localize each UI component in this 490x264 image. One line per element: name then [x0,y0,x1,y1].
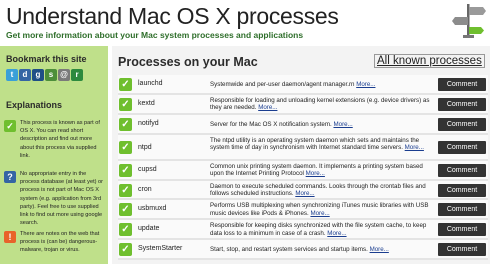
more-link[interactable]: More... [333,121,352,128]
more-link[interactable]: More... [295,190,314,197]
process-row-kextd: ✓ kextd Responsible for loading and unload… [118,94,488,115]
explanation-dangerous-text: There are notes on the web that process … [20,231,100,254]
green-check-icon: ✓ [119,78,132,91]
explanation-known: ✓ This process is known as part of OS X.… [4,119,104,160]
green-check-icon: ✓ [119,117,132,131]
process-description-text: The ntpd utility is an operating system … [210,136,420,152]
blue-question-icon: ? [4,171,16,183]
delicious-icon[interactable]: d [19,69,31,81]
process-name: update [138,225,160,233]
comment-button[interactable]: Comment [438,117,486,131]
process-description: Common unix printing system daemon. It i… [210,163,432,178]
technorati-icon[interactable]: t [6,69,18,81]
more-link[interactable]: More... [310,210,329,217]
process-description: Start, stop, and restart system services… [210,246,432,254]
green-check-icon: ✓ [119,140,132,154]
email-icon[interactable]: @ [58,69,70,81]
more-link[interactable]: More... [356,81,375,88]
process-name: SystemStarter [138,245,183,253]
process-description-text: Responsible for loading and unloading ke… [210,96,430,112]
more-link[interactable]: More... [327,230,346,237]
process-row-update: ✓ update Responsible for keeping disks syn… [118,220,488,241]
process-row-cupsd: ✓ cupsd Common unix printing system daemon… [118,160,488,181]
comment-button[interactable]: Comment [438,183,486,197]
site-header: Understand Mac OS X processes Get more i… [0,0,490,44]
comment-button[interactable]: Comment [438,223,486,237]
comment-button[interactable]: Comment [438,78,486,91]
explanation-unknown-text: No appropriate entry in the process data… [20,171,104,227]
process-name: cupsd [138,165,157,173]
process-name: usbmuxd [138,205,167,213]
more-link[interactable]: More... [370,246,389,253]
digg-icon[interactable]: g [32,69,44,81]
green-check-icon: ✓ [119,97,132,111]
process-description: Responsible for keeping disks synchroniz… [210,222,432,237]
green-check-icon: ✓ [119,183,132,197]
social-icons: t d g s @ r [6,69,83,81]
stumbleupon-icon[interactable]: s [45,69,57,81]
signpost-logo-icon[interactable] [452,2,486,38]
process-description-text: Daemon to execute scheduled commands. Lo… [210,182,426,198]
green-check-icon: ✓ [4,120,16,132]
comment-button[interactable]: Comment [438,163,486,177]
site-subtitle: Get more information about your Mac syst… [6,30,304,40]
process-name: launchd [138,80,163,87]
explanation-known-text: This process is known as part of OS X. Y… [20,120,100,159]
comment-button[interactable]: Comment [438,97,486,111]
process-description: Responsible for loading and unloading ke… [210,97,432,112]
process-row-launchd: ✓ launchd Systemwide and per-user daemon/a… [118,75,488,95]
more-link[interactable]: More... [306,170,325,177]
process-description: Performs USB multiplexing when synchroni… [210,202,432,217]
process-row-ntpd: ✓ ntpd The ntpd utility is an operating sy… [118,134,488,161]
bookmark-title: Bookmark this site [6,54,87,64]
site-title[interactable]: Understand Mac OS X processes [6,3,339,30]
more-link[interactable]: More... [405,144,424,151]
process-row-notifyd: ✓ notifyd Server for the Mac OS X notifica… [118,114,488,135]
explanations-title: Explanations [6,100,63,110]
process-description: Systemwide and per-user daemon/agent man… [210,81,432,89]
process-description-text: Start, stop, and restart system services… [210,246,368,254]
green-check-icon: ✓ [119,223,132,237]
sidebar: Bookmark this site t d g s @ r Explanations ✓… [0,46,108,264]
green-check-icon: ✓ [119,163,132,177]
processes-title: Processes on your Mac [118,55,258,69]
process-name: ntpd [138,143,152,151]
process-description-text: Responsible for keeping disks synchroniz… [210,222,427,237]
processes-panel: Processes on your Mac All known processe… [112,46,490,264]
comment-button[interactable]: Comment [438,243,486,257]
process-description-text: Systemwide and per-user daemon/agent man… [210,81,355,88]
process-row-cron: ✓ cron Daemon to execute scheduled command… [118,180,488,201]
comment-button[interactable]: Comment [438,140,486,154]
process-name: kextd [138,99,155,107]
process-row-usbmuxd: ✓ usbmuxd Performs USB multiplexing when s… [118,200,488,221]
process-name: cron [138,185,152,193]
all-known-processes-link[interactable]: All known processes [374,54,485,68]
process-description: Server for the Mac OS X notification sys… [210,121,432,129]
process-row-systemstarter: ✓ SystemStarter Start, stop, and restart s… [118,240,488,261]
process-description-text: Server for the Mac OS X notification sys… [210,120,332,128]
green-check-icon: ✓ [119,203,132,217]
process-list: ✓ launchd Systemwide and per-user daemon/a… [118,75,488,261]
process-description: Daemon to execute scheduled commands. Lo… [210,183,432,198]
comment-button[interactable]: Comment [438,203,486,217]
green-check-icon: ✓ [119,243,132,257]
explanation-unknown: ? No appropriate entry in the process da… [4,170,104,227]
process-description: The ntpd utility is an operating system … [210,137,432,152]
explanation-dangerous: ! There are notes on the web that proces… [4,230,104,255]
red-exclamation-icon: ! [4,231,16,243]
more-link[interactable]: More... [258,104,277,111]
process-name: notifyd [138,119,159,127]
reddit-icon[interactable]: r [71,69,83,81]
